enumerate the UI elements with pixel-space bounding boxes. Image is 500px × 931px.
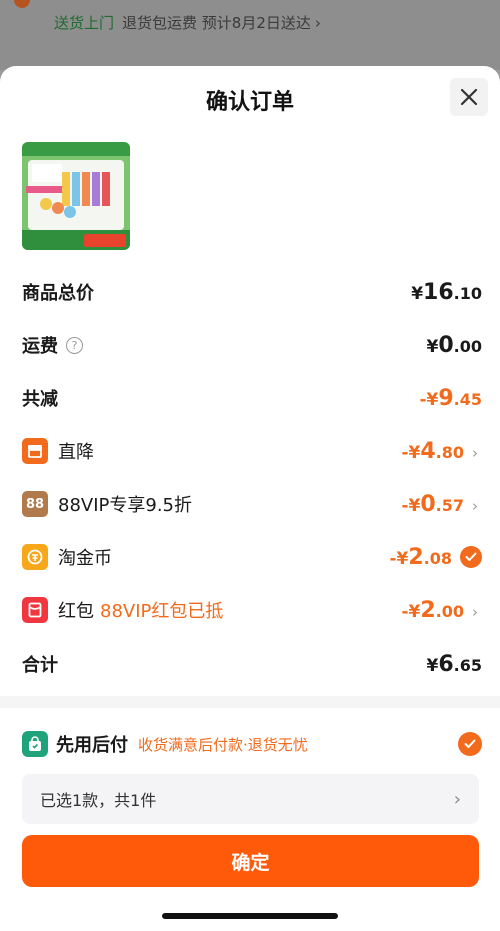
label-redpacket: 红包 88VIP红包已抵 [22, 597, 223, 623]
row-shipping: 运费? ¥0.00 [22, 329, 482, 361]
amount-total: ¥6.65 [426, 651, 483, 677]
vip-88-icon: 88 [22, 491, 48, 517]
pay-later-row[interactable]: 先用后付 收货满意后付款·退货无忧 [22, 729, 482, 759]
row-total-goods: 商品总价 ¥16.10 [22, 276, 482, 308]
background-indicator-dot [14, 0, 30, 8]
confirm-order-sheet: 确认订单 商品总价 ¥16.10 运费? ¥ 0 .00 共减 -¥ 9 .45… [0, 66, 500, 931]
pay-later-checkbox[interactable] [458, 732, 482, 756]
row-total-discount: 共减 -¥ 9.45 [22, 382, 482, 414]
check-icon [465, 552, 477, 561]
delivery-tag: 送货上门 [54, 14, 115, 32]
redpacket-sub: 88VIP红包已抵 [100, 601, 224, 622]
home-indicator [162, 913, 338, 919]
product-image [22, 142, 130, 250]
label-total-discount: 共减 [22, 389, 58, 410]
section-divider [0, 696, 500, 708]
pay-later-title: 先用后付 [56, 735, 128, 756]
confirm-button[interactable]: 确定 [22, 835, 479, 887]
label-direct-cut: 直降 [22, 438, 94, 464]
label-vip: 88 88VIP专享9.5折 [22, 491, 192, 517]
row-vip[interactable]: 88 88VIP专享9.5折 -¥ 0.57 › [22, 488, 482, 520]
shopping-bag-icon [22, 731, 48, 757]
row-direct-cut[interactable]: 直降 -¥ 4.80 › [22, 435, 482, 467]
label-coins: 淘金币 [22, 544, 112, 570]
close-icon [460, 88, 478, 106]
close-button[interactable] [450, 78, 488, 116]
amount-coins: -¥ 2.08 [389, 545, 482, 570]
chevron-right-icon: › [472, 496, 478, 515]
amount-total-discount: -¥ 9.45 [419, 385, 482, 411]
background-page: 送货上门 退货包运费 预计8月2日送达 › [0, 0, 500, 70]
selection-summary[interactable]: 已选1款，共1件 › [22, 774, 479, 824]
delivery-info: 退货包运费 预计8月2日送达 [122, 14, 311, 32]
chevron-right-icon: › [314, 14, 321, 32]
background-delivery-line: 送货上门 退货包运费 预计8月2日送达 › [54, 12, 321, 33]
amount-redpacket: -¥ 2.00 › [401, 598, 482, 623]
label-total-goods: 商品总价 [22, 283, 94, 304]
sheet-title: 确认订单 [205, 90, 294, 115]
pay-later-subtitle: 收货满意后付款·退货无忧 [138, 735, 308, 754]
red-packet-icon [22, 597, 48, 623]
product-thumbnail[interactable] [22, 142, 130, 250]
check-icon [464, 739, 476, 748]
amount-total-goods: ¥16.10 [411, 279, 482, 305]
shop-icon [22, 438, 48, 464]
amount-shipping: ¥0.00 [426, 332, 483, 358]
chevron-right-icon: › [472, 443, 478, 462]
row-redpacket[interactable]: 红包 88VIP红包已抵 -¥ 2.00 › [22, 594, 482, 626]
coins-checkbox[interactable] [460, 546, 482, 568]
label-shipping: 运费? [22, 332, 83, 358]
chevron-right-icon: › [453, 788, 461, 810]
label-total: 合计 [22, 655, 58, 676]
amount-vip: -¥ 0.57 › [401, 492, 482, 517]
chevron-right-icon: › [472, 602, 478, 621]
row-coins[interactable]: 淘金币 -¥ 2.08 [22, 541, 482, 573]
coin-icon [22, 544, 48, 570]
help-icon[interactable]: ? [66, 336, 83, 354]
selection-text: 已选1款，共1件 [40, 791, 157, 810]
row-total: 合计 ¥6.65 [22, 648, 482, 680]
amount-direct-cut: -¥ 4.80 › [401, 439, 482, 464]
